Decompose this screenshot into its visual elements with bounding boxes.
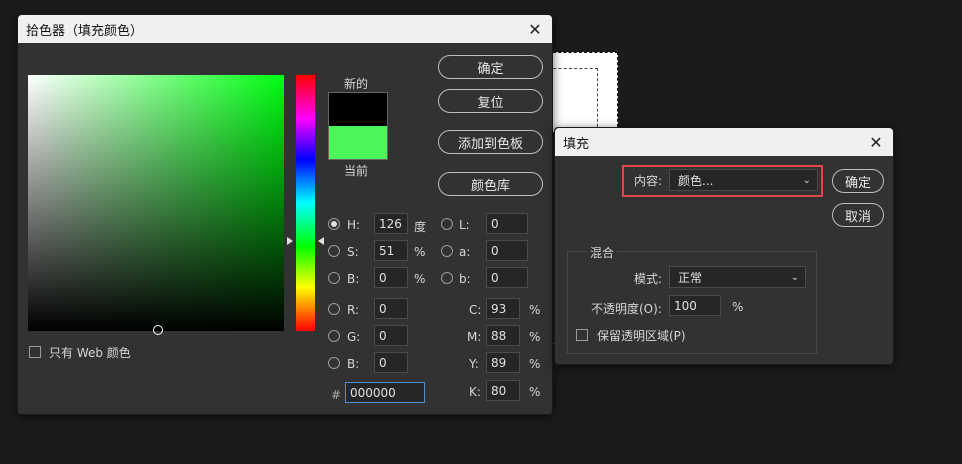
- b-hsb-label: B:: [347, 272, 360, 286]
- mode-label: 模式:: [634, 272, 663, 286]
- new-color-swatch: [328, 92, 388, 126]
- g-label: G:: [347, 330, 361, 344]
- opacity-unit: %: [732, 300, 744, 314]
- color-picker-titlebar: 拾色器（填充颜色） ✕: [18, 15, 552, 43]
- radio-l[interactable]: [441, 218, 453, 230]
- m-unit: %: [529, 330, 541, 344]
- hex-input[interactable]: 000000: [345, 382, 425, 403]
- color-libraries-button[interactable]: 颜色库: [438, 172, 543, 196]
- hex-label: #: [331, 388, 342, 402]
- s-input[interactable]: 51: [374, 240, 408, 261]
- content-select-value: 颜色...: [678, 173, 714, 188]
- color-field-cursor[interactable]: [153, 325, 163, 335]
- reset-button[interactable]: 复位: [438, 89, 543, 113]
- mode-select-value: 正常: [678, 270, 703, 285]
- radio-h[interactable]: [328, 218, 340, 230]
- b-hsb-unit: %: [414, 272, 426, 286]
- hue-slider-handle-right[interactable]: [318, 237, 324, 245]
- fill-dialog: 填充 ✕ 内容: 颜色... ⌄ 确定 取消 混合 模式: 正常 ⌄ 不透明度(…: [554, 127, 894, 365]
- hue-slider[interactable]: [296, 75, 315, 331]
- radio-s[interactable]: [328, 245, 340, 257]
- a-input[interactable]: 0: [486, 240, 528, 261]
- mode-select[interactable]: 正常 ⌄: [669, 266, 806, 288]
- c-label: C:: [469, 303, 482, 317]
- y-input[interactable]: 89: [486, 352, 520, 373]
- r-label: R:: [347, 303, 360, 317]
- current-color-swatch[interactable]: [328, 126, 388, 160]
- web-colors-only-label: 只有 Web 颜色: [49, 346, 131, 360]
- current-color-label: 当前: [344, 164, 369, 178]
- b-hsb-input[interactable]: 0: [374, 267, 408, 288]
- h-input[interactable]: 126: [374, 213, 408, 234]
- b-lab-input[interactable]: 0: [486, 267, 528, 288]
- close-icon[interactable]: ✕: [867, 133, 885, 152]
- opacity-label: 不透明度(O):: [591, 302, 662, 316]
- preserve-transparency-label: 保留透明区域(P): [597, 329, 686, 343]
- add-to-swatches-button[interactable]: 添加到色板: [438, 130, 543, 154]
- hue-slider-handle-left[interactable]: [287, 237, 293, 245]
- radio-b-hsb[interactable]: [328, 272, 340, 284]
- m-label: M:: [467, 330, 482, 344]
- radio-b-rgb[interactable]: [328, 357, 340, 369]
- h-label: H:: [347, 218, 361, 232]
- b-rgb-label: B:: [347, 357, 360, 371]
- b-lab-label: b:: [459, 272, 471, 286]
- color-picker-title: 拾色器（填充颜色）: [26, 23, 144, 39]
- k-label: K:: [469, 385, 481, 399]
- content-select[interactable]: 颜色... ⌄: [669, 169, 818, 191]
- m-input[interactable]: 88: [486, 325, 520, 346]
- content-label: 内容:: [634, 174, 663, 188]
- k-input[interactable]: 80: [486, 380, 520, 401]
- close-icon[interactable]: ✕: [526, 20, 544, 39]
- chevron-down-icon: ⌄: [790, 271, 799, 283]
- web-colors-only-checkbox[interactable]: [29, 346, 41, 358]
- selection-marquee-inner: [548, 68, 598, 132]
- h-unit: 度: [414, 220, 427, 234]
- b-rgb-input[interactable]: 0: [374, 352, 408, 373]
- s-unit: %: [414, 245, 426, 259]
- c-unit: %: [529, 303, 541, 317]
- color-field[interactable]: [28, 75, 284, 331]
- radio-b-lab[interactable]: [441, 272, 453, 284]
- opacity-input[interactable]: 100: [669, 295, 721, 316]
- s-label: S:: [347, 245, 359, 259]
- y-label: Y:: [469, 357, 479, 371]
- g-input[interactable]: 0: [374, 325, 408, 346]
- a-label: a:: [459, 245, 471, 259]
- k-unit: %: [529, 385, 541, 399]
- radio-g[interactable]: [328, 330, 340, 342]
- ok-button[interactable]: 确定: [438, 55, 543, 79]
- fill-ok-button[interactable]: 确定: [832, 169, 884, 193]
- fill-cancel-button[interactable]: 取消: [832, 203, 884, 227]
- preserve-transparency-checkbox[interactable]: [576, 329, 588, 341]
- fill-titlebar: 填充 ✕: [555, 128, 893, 156]
- fill-title: 填充: [563, 136, 590, 152]
- blend-group-title: 混合: [587, 244, 618, 261]
- l-label: L:: [459, 218, 470, 232]
- r-input[interactable]: 0: [374, 298, 408, 319]
- color-picker-dialog: 拾色器（填充颜色） ✕ 新的 当前 确定 复位 添加到色板 颜色库 H: 126…: [17, 14, 553, 415]
- y-unit: %: [529, 357, 541, 371]
- c-input[interactable]: 93: [486, 298, 520, 319]
- new-color-label: 新的: [344, 77, 369, 91]
- radio-a[interactable]: [441, 245, 453, 257]
- radio-r[interactable]: [328, 303, 340, 315]
- l-input[interactable]: 0: [486, 213, 528, 234]
- chevron-down-icon: ⌄: [802, 174, 811, 186]
